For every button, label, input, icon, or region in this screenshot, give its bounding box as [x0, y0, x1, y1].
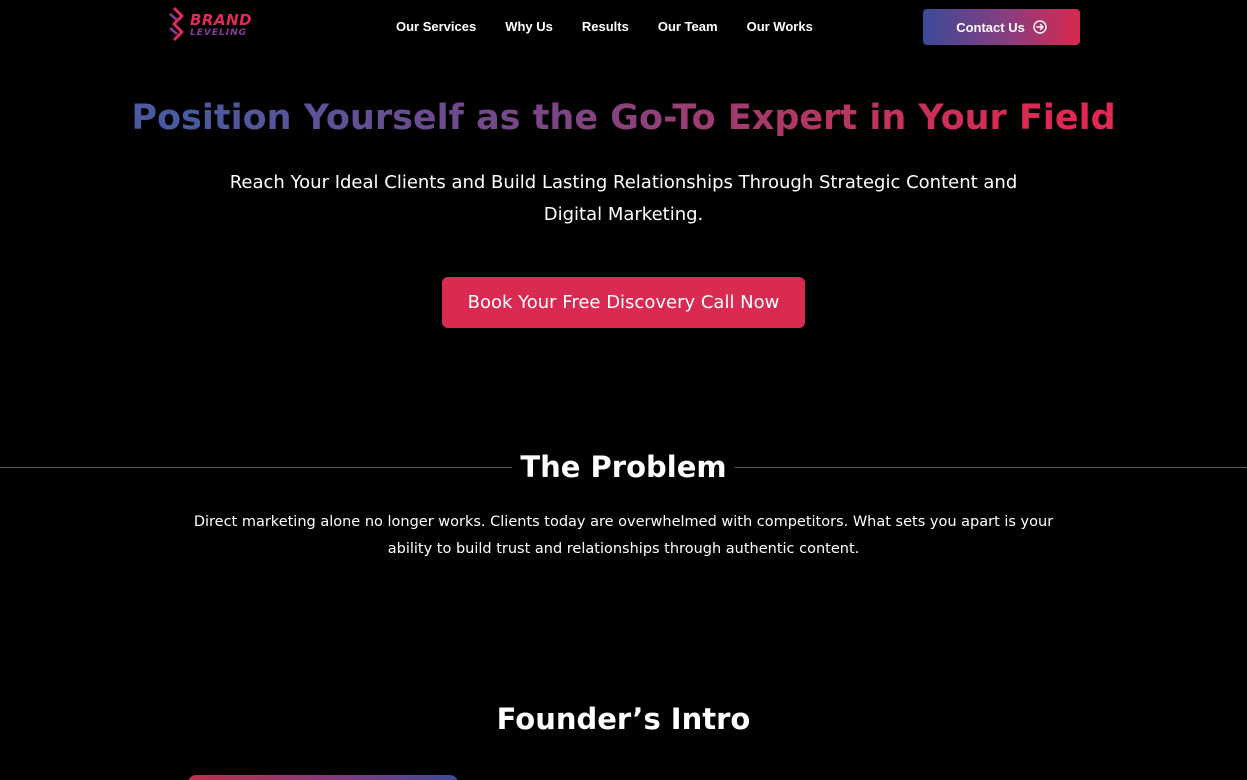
logo-text-leveling: LEVELING — [190, 28, 247, 38]
nav-why-us[interactable]: Why Us — [505, 19, 553, 35]
site-header: BRAND LEVELING Our Services Why Us Resul… — [0, 0, 1247, 54]
problem-text: Direct marketing alone no longer works. … — [193, 514, 1054, 557]
problem-title-text: The Problem — [512, 450, 735, 484]
nav-our-team[interactable]: Our Team — [658, 19, 718, 35]
book-discovery-call-button[interactable]: Book Your Free Discovery Call Now — [442, 277, 805, 328]
nav-our-works[interactable]: Our Works — [747, 19, 813, 35]
book-discovery-call-label: Book Your Free Discovery Call Now — [467, 292, 780, 313]
arrow-right-circle-icon — [1033, 20, 1047, 34]
logo-text-brand: BRAND — [190, 11, 253, 29]
brand-logo[interactable]: BRAND LEVELING — [168, 6, 258, 44]
contact-us-button[interactable]: Contact Us — [923, 9, 1080, 45]
main-nav: Our Services Why Us Results Our Team Our… — [396, 19, 813, 35]
nav-results[interactable]: Results — [582, 19, 629, 35]
problem-title: The Problem — [0, 448, 1247, 486]
logo-mark-icon — [169, 6, 184, 42]
founder-title: Founder’s Intro — [496, 702, 751, 736]
founder-card — [188, 775, 458, 780]
hero-title: Position Yourself as the Go-To Expert in… — [0, 94, 1247, 142]
contact-us-label: Contact Us — [956, 19, 1025, 35]
nav-our-services[interactable]: Our Services — [396, 19, 476, 35]
hero-subtitle: Reach Your Ideal Clients and Build Lasti… — [229, 172, 1018, 225]
